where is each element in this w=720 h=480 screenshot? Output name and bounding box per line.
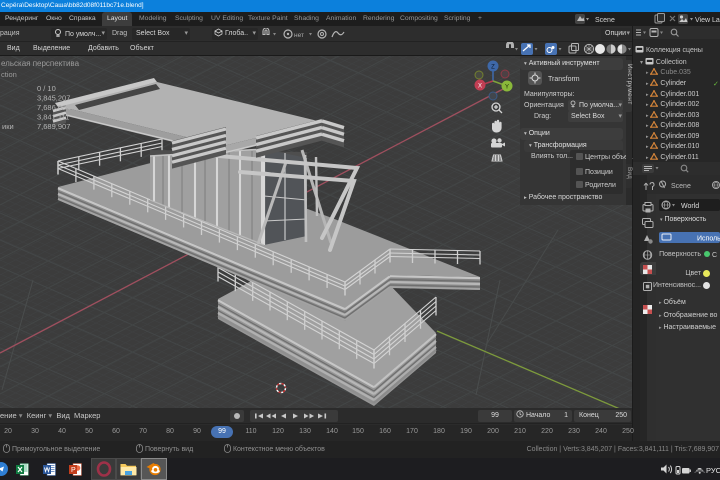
svg-text:Y: Y xyxy=(505,85,509,91)
svg-text:ики: ики xyxy=(2,122,14,131)
svg-text:РУС: РУС xyxy=(706,466,720,475)
svg-text:ельская перспектива: ельская перспектива xyxy=(1,59,80,68)
svg-text:Transform: Transform xyxy=(548,76,580,83)
svg-text:View La: View La xyxy=(695,17,720,24)
svg-text:ction: ction xyxy=(1,70,17,79)
svg-text:Использ: Использ xyxy=(697,236,720,243)
svg-text:3,841,111: 3,841,111 xyxy=(37,113,69,122)
svg-text:7,689,907: 7,689,907 xyxy=(37,122,70,131)
svg-text:World: World xyxy=(681,203,699,210)
svg-text:X: X xyxy=(478,84,482,90)
svg-text:7,686,084: 7,686,084 xyxy=(37,103,70,112)
svg-text:нет: нет xyxy=(294,32,304,39)
svg-text:0 / 10: 0 / 10 xyxy=(37,84,56,93)
svg-text:Scene: Scene xyxy=(595,17,615,24)
svg-text:3,845,207: 3,845,207 xyxy=(37,94,70,103)
svg-text:P: P xyxy=(71,467,76,474)
svg-text:Z: Z xyxy=(491,65,495,71)
svg-text:Scene: Scene xyxy=(671,183,691,190)
